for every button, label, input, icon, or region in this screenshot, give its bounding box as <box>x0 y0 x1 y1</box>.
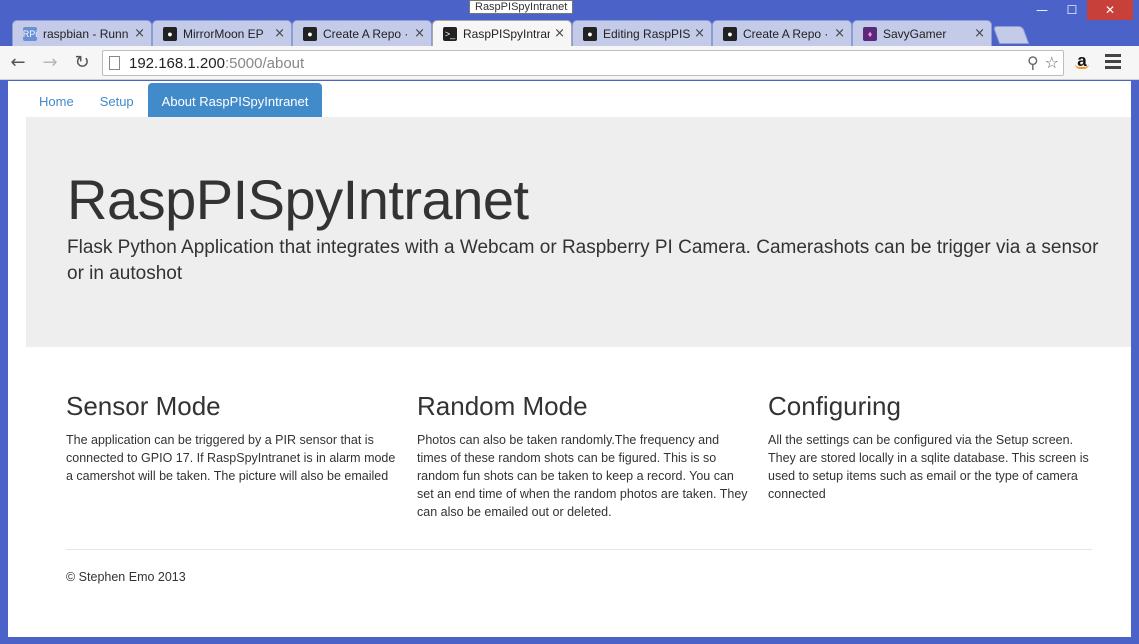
bookmark-star-icon[interactable]: ☆ <box>1045 53 1059 72</box>
amazon-extension-icon[interactable]: a <box>1072 51 1092 75</box>
page-title: RaspPISpyIntranet <box>67 168 529 231</box>
feature-heading: Random Mode <box>417 391 588 421</box>
tab-title: SavyGamer <box>883 26 947 41</box>
close-tab-icon[interactable]: × <box>694 26 705 41</box>
feature-columns: Sensor Mode The application can be trigg… <box>8 391 1131 521</box>
forward-arrow-icon[interactable]: → <box>36 49 64 77</box>
raspberry-pi-icon: RPi <box>22 26 38 41</box>
feature-body: The application can be triggered by a PI… <box>66 433 396 483</box>
tab-title: RaspPISpyIntran <box>463 26 551 41</box>
feature-body: Photos can also be taken randomly.The fr… <box>417 433 748 519</box>
footer-copyright: © Stephen Emo 2013 <box>66 570 186 584</box>
tab-mirrormoon[interactable]: ● MirrorMoon EP × <box>152 20 292 46</box>
tab-title: Editing RaspPISp <box>603 26 691 41</box>
close-tab-icon[interactable]: × <box>414 26 425 41</box>
feature-heading: Configuring <box>768 391 901 421</box>
close-tab-icon[interactable]: × <box>834 26 845 41</box>
close-tab-icon[interactable]: × <box>974 26 985 41</box>
mirrormoon-icon: ● <box>163 26 177 41</box>
tab-title: raspbian - Runn <box>43 26 129 41</box>
tab-editing-repo[interactable]: ● Editing RaspPISp × <box>572 20 712 46</box>
github-icon: ● <box>303 26 317 41</box>
url-path: :5000/about <box>224 54 305 72</box>
tab-title: MirrorMoon EP <box>183 26 264 41</box>
search-icon[interactable]: ⚲ <box>1027 53 1039 72</box>
address-bar[interactable]: 192.168.1.200 :5000/about ⚲ ☆ <box>102 50 1064 76</box>
reload-icon[interactable]: ↻ <box>68 49 96 77</box>
new-tab-button[interactable] <box>992 26 1030 44</box>
omnibox-actions: ⚲ ☆ <box>1027 53 1059 72</box>
maximize-button[interactable]: ☐ <box>1057 0 1087 20</box>
close-tab-icon[interactable]: × <box>134 26 145 41</box>
tab-create-repo-2[interactable]: ● Create A Repo · × <box>712 20 852 46</box>
feature-configuring: Configuring All the settings can be conf… <box>768 391 1119 521</box>
tab-strip: RPi raspbian - Runn × ● MirrorMoon EP × … <box>12 20 1030 46</box>
window-controls: — ☐ ✕ <box>1027 0 1133 20</box>
feature-sensor-mode: Sensor Mode The application can be trigg… <box>66 391 417 521</box>
feature-heading: Sensor Mode <box>66 391 221 421</box>
close-tab-icon[interactable]: × <box>554 26 565 41</box>
jumbotron: RaspPISpyIntranet Flask Python Applicati… <box>26 117 1131 347</box>
browser-toolbar: ← → ↻ 192.168.1.200 :5000/about ⚲ ☆ a <box>0 46 1139 80</box>
back-arrow-icon[interactable]: ← <box>4 49 32 77</box>
nav-setup[interactable]: Setup <box>88 83 146 117</box>
terminal-icon: >_ <box>443 26 457 41</box>
page-icon <box>109 56 120 70</box>
url-host: 192.168.1.200 <box>129 54 225 72</box>
site-navbar: Home Setup About RaspPISpyIntranet <box>8 81 1131 117</box>
tab-savygamer[interactable]: ♦ SavyGamer × <box>852 20 992 46</box>
page-content: Home Setup About RaspPISpyIntranet RaspP… <box>8 81 1131 637</box>
nav-about[interactable]: About RaspPISpyIntranet <box>147 83 323 117</box>
close-tab-icon[interactable]: × <box>274 26 285 41</box>
tab-tooltip: RaspPISpyIntranet <box>469 0 574 14</box>
tab-title: Create A Repo · <box>323 26 409 41</box>
footer-divider <box>66 549 1092 550</box>
nav-home[interactable]: Home <box>27 83 86 117</box>
tab-create-repo-1[interactable]: ● Create A Repo · × <box>292 20 432 46</box>
savygamer-icon: ♦ <box>863 26 877 41</box>
feature-body: All the settings can be configured via t… <box>768 433 1089 501</box>
github-icon: ● <box>723 26 737 41</box>
tab-raspbian[interactable]: RPi raspbian - Runn × <box>12 20 152 46</box>
minimize-button[interactable]: — <box>1027 0 1057 20</box>
feature-random-mode: Random Mode Photos can also be taken ran… <box>417 391 768 521</box>
close-window-button[interactable]: ✕ <box>1087 0 1133 20</box>
tab-title: Create A Repo · <box>743 26 829 41</box>
tab-raspispy-active[interactable]: >_ RaspPISpyIntran × <box>432 20 572 46</box>
menu-icon[interactable] <box>1105 54 1121 72</box>
github-icon: ● <box>583 26 597 41</box>
lead-text: Flask Python Application that integrates… <box>67 237 1099 284</box>
